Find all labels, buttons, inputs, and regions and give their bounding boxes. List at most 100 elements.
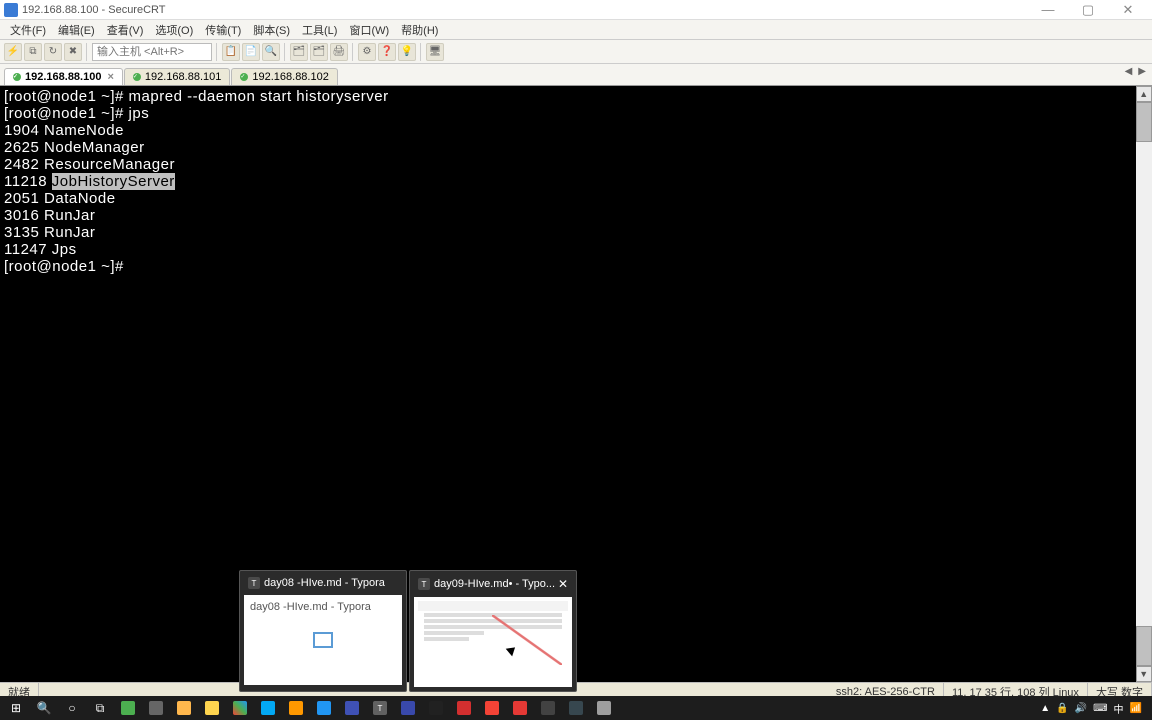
minimize-button[interactable]: — [1028, 1, 1068, 19]
tab-label: 192.168.88.102 [252, 71, 328, 83]
taskbar-app[interactable] [534, 696, 562, 720]
terminal-line: [root@node1 ~]# jps [4, 105, 1148, 122]
tool-quick-icon[interactable]: ⧉ [24, 43, 42, 61]
menu-transfer[interactable]: 传输(T) [199, 20, 247, 40]
taskbar-app[interactable] [394, 696, 422, 720]
terminal-line: 11218 JobHistoryServer [4, 173, 1148, 190]
tray-network-icon[interactable]: 📶 [1130, 703, 1142, 714]
taskview-button[interactable]: ⧉ [86, 696, 114, 720]
menu-view[interactable]: 查看(V) [101, 20, 150, 40]
host-input[interactable] [92, 43, 212, 61]
taskbar-app[interactable] [198, 696, 226, 720]
typora-icon: T [418, 578, 430, 590]
tray-volume-icon[interactable]: 🔊 [1075, 703, 1087, 714]
thumbnail-close-icon[interactable]: ✕ [558, 577, 568, 591]
typora-icon: T [248, 577, 260, 589]
tool-d-icon[interactable]: ⚙ [358, 43, 376, 61]
start-button[interactable]: ⊞ [2, 696, 30, 720]
menu-tools[interactable]: 工具(L) [296, 20, 343, 40]
tool-e-icon[interactable]: ❓ [378, 43, 396, 61]
document-icon [313, 632, 333, 648]
session-tabbar: 192.168.88.100 × 192.168.88.101 192.168.… [0, 64, 1152, 86]
tab-close-icon[interactable]: × [107, 71, 113, 83]
cortana-button[interactable]: ○ [58, 696, 86, 720]
menu-file[interactable]: 文件(F) [4, 20, 52, 40]
tab-session-1[interactable]: 192.168.88.101 [124, 68, 230, 85]
taskbar-app[interactable] [478, 696, 506, 720]
taskbar-app[interactable] [450, 696, 478, 720]
cursor-icon [508, 645, 520, 661]
scroll-down-icon[interactable]: ▼ [1136, 666, 1152, 682]
menubar: 文件(F) 编辑(E) 查看(V) 选项(O) 传输(T) 脚本(S) 工具(L… [0, 20, 1152, 40]
terminal-scrollbar[interactable]: ▲ ▼ [1136, 86, 1152, 682]
terminal-line: 2051 DataNode [4, 190, 1148, 207]
status-dot-icon [13, 73, 21, 81]
taskbar-app[interactable] [254, 696, 282, 720]
taskbar-app[interactable] [590, 696, 618, 720]
taskbar-app[interactable] [562, 696, 590, 720]
scroll-thumb[interactable] [1136, 102, 1152, 142]
tray-icon[interactable]: 🔒 [1056, 703, 1068, 714]
window-title: 192.168.88.100 - SecureCRT [22, 4, 166, 16]
tray-lang-icon[interactable]: 中 [1114, 701, 1124, 716]
taskbar-app[interactable]: T [366, 696, 394, 720]
taskbar-app[interactable] [282, 696, 310, 720]
thumbnail-window-0[interactable]: T day08 -HIve.md - Typora day08 -HIve.md… [239, 570, 407, 692]
tab-label: 192.168.88.100 [25, 71, 101, 83]
tool-reconnect-icon[interactable]: ↻ [44, 43, 62, 61]
taskbar-app[interactable] [170, 696, 198, 720]
tool-connect-icon[interactable]: ⚡ [4, 43, 22, 61]
scroll-thumb[interactable] [1136, 626, 1152, 666]
terminal-line: 2625 NodeManager [4, 139, 1148, 156]
tab-session-2[interactable]: 192.168.88.102 [231, 68, 337, 85]
thumbnail-preview [414, 597, 572, 687]
toolbar: ⚡ ⧉ ↻ ✖ 📋 📄 🔍 🗂 🗂 🖨 ⚙ ❓ 💡 🖥 [0, 40, 1152, 64]
terminal-line: 3135 RunJar [4, 224, 1148, 241]
taskbar-app[interactable] [114, 696, 142, 720]
tray-overflow-icon[interactable]: ▲ [1040, 703, 1050, 714]
taskbar-thumbnails: T day08 -HIve.md - Typora day08 -HIve.md… [235, 566, 581, 696]
taskbar-app[interactable] [142, 696, 170, 720]
tab-next-icon[interactable]: ▶ [1136, 66, 1148, 77]
status-dot-icon [133, 73, 141, 81]
thumbnail-doc-title: day08 -HIve.md - Typora [250, 601, 371, 613]
taskbar-app[interactable] [506, 696, 534, 720]
terminal-line: 3016 RunJar [4, 207, 1148, 224]
thumbnail-preview: day08 -HIve.md - Typora [244, 595, 402, 685]
tool-paste-icon[interactable]: 📄 [242, 43, 260, 61]
tool-copy-icon[interactable]: 📋 [222, 43, 240, 61]
tool-c-icon[interactable]: 🖨 [330, 43, 348, 61]
tool-disconnect-icon[interactable]: ✖ [64, 43, 82, 61]
window-titlebar: 192.168.88.100 - SecureCRT — ▢ ✕ [0, 0, 1152, 20]
tab-prev-icon[interactable]: ◀ [1123, 66, 1135, 77]
tool-a-icon[interactable]: 🗂 [290, 43, 308, 61]
close-button[interactable]: ✕ [1108, 1, 1148, 19]
maximize-button[interactable]: ▢ [1068, 1, 1108, 19]
taskbar-app[interactable] [310, 696, 338, 720]
menu-window[interactable]: 窗口(W) [343, 20, 395, 40]
taskbar-app[interactable] [338, 696, 366, 720]
terminal-line: [root@node1 ~]# mapred --daemon start hi… [4, 88, 1148, 105]
tray-ime-icon[interactable]: ⌨ [1093, 703, 1107, 714]
thumbnail-title: day09-HIve.md• - Typo... [434, 578, 555, 590]
thumbnail-window-1[interactable]: T day09-HIve.md• - Typo... ✕ [409, 570, 577, 692]
terminal-line: 2482 ResourceManager [4, 156, 1148, 173]
tool-g-icon[interactable]: 🖥 [426, 43, 444, 61]
tab-session-0[interactable]: 192.168.88.100 × [4, 68, 123, 85]
tool-f-icon[interactable]: 💡 [398, 43, 416, 61]
thumbnail-title: day08 -HIve.md - Typora [264, 577, 385, 589]
system-tray[interactable]: ▲ 🔒 🔊 ⌨ 中 📶 [1040, 701, 1150, 716]
menu-help[interactable]: 帮助(H) [395, 20, 444, 40]
scroll-up-icon[interactable]: ▲ [1136, 86, 1152, 102]
tool-find-icon[interactable]: 🔍 [262, 43, 280, 61]
menu-edit[interactable]: 编辑(E) [52, 20, 101, 40]
terminal-line: [root@node1 ~]# [4, 258, 1148, 275]
taskbar-app[interactable] [226, 696, 254, 720]
tool-b-icon[interactable]: 🗂 [310, 43, 328, 61]
tab-label: 192.168.88.101 [145, 71, 221, 83]
menu-options[interactable]: 选项(O) [149, 20, 199, 40]
menu-script[interactable]: 脚本(S) [247, 20, 296, 40]
taskbar-app[interactable] [422, 696, 450, 720]
search-button[interactable]: 🔍 [30, 696, 58, 720]
highlighted-text: JobHistoryServer [52, 173, 175, 190]
